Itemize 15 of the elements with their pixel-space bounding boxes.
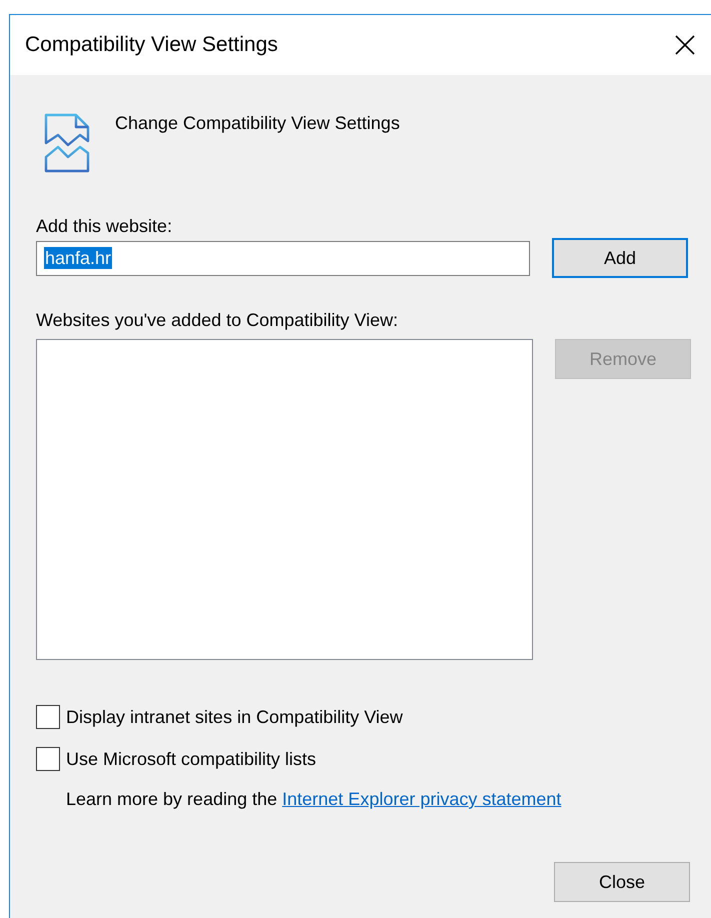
window-title: Compatibility View Settings: [25, 33, 278, 57]
header-text: Change Compatibility View Settings: [115, 113, 400, 134]
field-label: Add this website:: [36, 215, 174, 238]
checkbox-label: Display intranet sites in Compatibility View: [66, 706, 403, 728]
input-field[interactable]: hanfa.hr: [36, 240, 530, 276]
dialog-button[interactable]: Add: [552, 238, 688, 278]
dialog-button[interactable]: Close: [554, 862, 690, 902]
checkbox-label: Use Microsoft compatibility lists: [66, 748, 316, 770]
close-icon[interactable]: [675, 35, 695, 55]
privacy-link[interactable]: Internet Explorer privacy statement: [282, 789, 562, 809]
privacy-text: Learn more by reading the Internet Explorer privacy statement: [66, 788, 562, 811]
list-label: Websites you've added to Compatibility View:: [36, 309, 399, 332]
checkbox[interactable]: [36, 747, 60, 771]
checkbox[interactable]: [36, 705, 60, 729]
document-icon: [44, 113, 90, 173]
